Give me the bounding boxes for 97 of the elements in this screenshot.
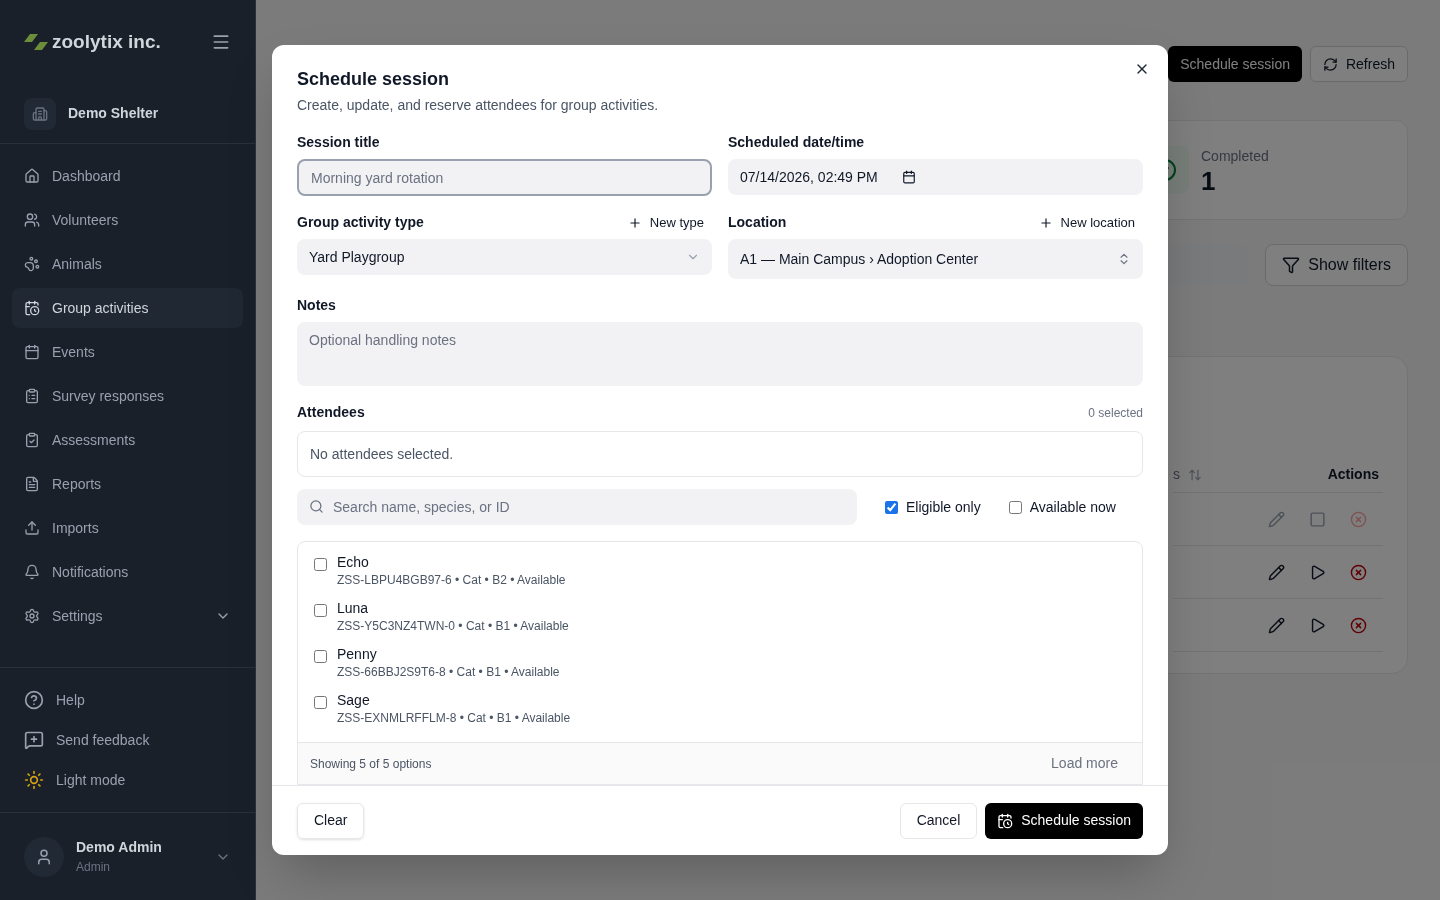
- selected-count: 0 selected: [1088, 404, 1143, 422]
- menu-button[interactable]: [211, 32, 231, 52]
- nav-item[interactable]: Reports: [12, 464, 243, 504]
- datetime-field[interactable]: 07/14/2026, 02:49 PM: [728, 159, 1143, 195]
- footer-link[interactable]: Send feedback: [24, 720, 231, 760]
- field-label: Session title: [297, 133, 381, 152]
- cancel-icon[interactable]: [1350, 616, 1367, 634]
- new-location-button[interactable]: New location: [1038, 212, 1135, 233]
- nav-item[interactable]: Settings: [12, 596, 243, 636]
- organization-name: Demo Shelter: [68, 104, 159, 123]
- sun-icon: [24, 770, 44, 790]
- checkbox[interactable]: [314, 558, 327, 571]
- attendee-detail: ZSS-Y5C3NZ4TWN-0 • Cat • B1 • Available: [337, 618, 569, 634]
- load-more-button[interactable]: Load more: [1051, 753, 1118, 774]
- play-icon[interactable]: [1309, 616, 1326, 634]
- paw-icon: [24, 256, 40, 272]
- field-label: Notes: [297, 296, 337, 315]
- nav-item[interactable]: Imports: [12, 508, 243, 548]
- column-header: s: [1173, 465, 1180, 484]
- schedule-session-button[interactable]: Schedule session: [1168, 46, 1302, 82]
- edit-icon[interactable]: [1268, 563, 1285, 581]
- search-icon: [309, 499, 324, 514]
- input-field[interactable]: Morning yard rotation: [297, 159, 712, 196]
- building-icon: [24, 97, 56, 130]
- clear-button[interactable]: Clear: [297, 802, 365, 839]
- show-filters-button[interactable]: Show filters: [1265, 244, 1408, 286]
- logo-icon: [24, 32, 48, 52]
- column-header: Actions: [1327, 465, 1380, 484]
- settings-icon: [24, 608, 40, 624]
- calendar-icon: [24, 344, 40, 360]
- checkbox[interactable]: [885, 500, 898, 514]
- calendar-clock-icon: [24, 300, 40, 316]
- bell-icon: [24, 564, 40, 580]
- showing-count: Showing 5 of 5 options: [310, 755, 432, 773]
- calendar-icon: [901, 170, 916, 184]
- refresh-icon: [1322, 56, 1338, 72]
- select-field[interactable]: Yard Playgroup: [297, 239, 712, 275]
- field-label: Scheduled date/time: [728, 133, 866, 152]
- edit-icon[interactable]: [1268, 616, 1285, 634]
- dialog-title: Schedule session: [297, 68, 451, 91]
- checkbox[interactable]: [314, 604, 327, 617]
- help-icon: [24, 690, 44, 710]
- attendee-detail: ZSS-EXNMLRFFLM-8 • Cat • B1 • Available: [337, 710, 571, 726]
- nav-item[interactable]: Volunteers: [12, 200, 243, 240]
- checkbox[interactable]: [1008, 500, 1022, 514]
- field-label: Attendees: [297, 403, 365, 422]
- selected-attendees-box: No attendees selected.: [297, 431, 1143, 477]
- attendee-name: Luna: [337, 599, 370, 618]
- filter-icon: [1282, 256, 1301, 274]
- nav-item[interactable]: Survey responses: [12, 376, 243, 416]
- cancel-button[interactable]: Cancel: [899, 802, 978, 839]
- field-label: Location: [728, 213, 787, 232]
- checkbox[interactable]: [314, 696, 327, 709]
- attendee-detail: ZSS-LBPU4BGB97-6 • Cat • B2 • Available: [337, 572, 566, 588]
- footer-link[interactable]: Light mode: [24, 760, 231, 800]
- message-plus-icon: [24, 730, 44, 750]
- checkbox[interactable]: [314, 650, 327, 663]
- brand-name: zoolytix inc.: [52, 29, 161, 54]
- plus-icon: [1038, 215, 1053, 230]
- new-type-button[interactable]: New type: [627, 212, 704, 233]
- nav-item[interactable]: Events: [12, 332, 243, 372]
- refresh-button[interactable]: Refresh: [1309, 46, 1408, 82]
- field-label: Group activity type: [297, 213, 424, 232]
- user-avatar: [24, 836, 64, 877]
- search-field[interactable]: Search name, species, or ID: [297, 489, 857, 525]
- nav-item[interactable]: Dashboard: [12, 156, 243, 196]
- attendee-name: Penny: [337, 645, 378, 664]
- nav-item[interactable]: Group activities: [12, 288, 243, 328]
- stat-label: Completed: [1201, 146, 1269, 166]
- upload-icon: [24, 520, 40, 536]
- attendee-name: Echo: [337, 553, 370, 572]
- document-icon: [24, 476, 40, 492]
- home-icon: [24, 168, 40, 184]
- nav-item[interactable]: Animals: [12, 244, 243, 284]
- attendee-detail: ZSS-66BBJ2S9T6-8 • Cat • B1 • Available: [337, 664, 560, 680]
- users-icon: [24, 212, 40, 228]
- schedule-session-button[interactable]: Schedule session: [985, 802, 1143, 839]
- clipboard-check-icon: [24, 432, 40, 448]
- footer-link[interactable]: Help: [24, 680, 231, 720]
- play-icon[interactable]: [1309, 563, 1326, 581]
- dialog-subtitle: Create, update, and reserve attendees for group activities.: [297, 96, 660, 115]
- filter-label: Eligible only: [906, 497, 981, 517]
- user-role: Admin: [76, 859, 111, 876]
- nav-item[interactable]: Assessments: [12, 420, 243, 460]
- cancel-icon[interactable]: [1350, 563, 1367, 581]
- attendee-name: Sage: [337, 691, 371, 710]
- user-name: Demo Admin: [76, 838, 163, 857]
- up-down-chevron-icon: [1117, 252, 1131, 266]
- calendar-clock-icon: [997, 812, 1014, 829]
- filter-label: Available now: [1029, 497, 1116, 517]
- select-field[interactable]: A1 — Main Campus › Adoption Center: [728, 239, 1143, 279]
- clipboard-list-icon: [24, 388, 40, 404]
- stat-value: 1: [1201, 166, 1217, 195]
- notes-field[interactable]: Optional handling notes: [297, 322, 1143, 386]
- plus-icon: [627, 215, 642, 230]
- sort-icon: [1188, 467, 1202, 482]
- nav-item[interactable]: Notifications: [12, 552, 243, 592]
